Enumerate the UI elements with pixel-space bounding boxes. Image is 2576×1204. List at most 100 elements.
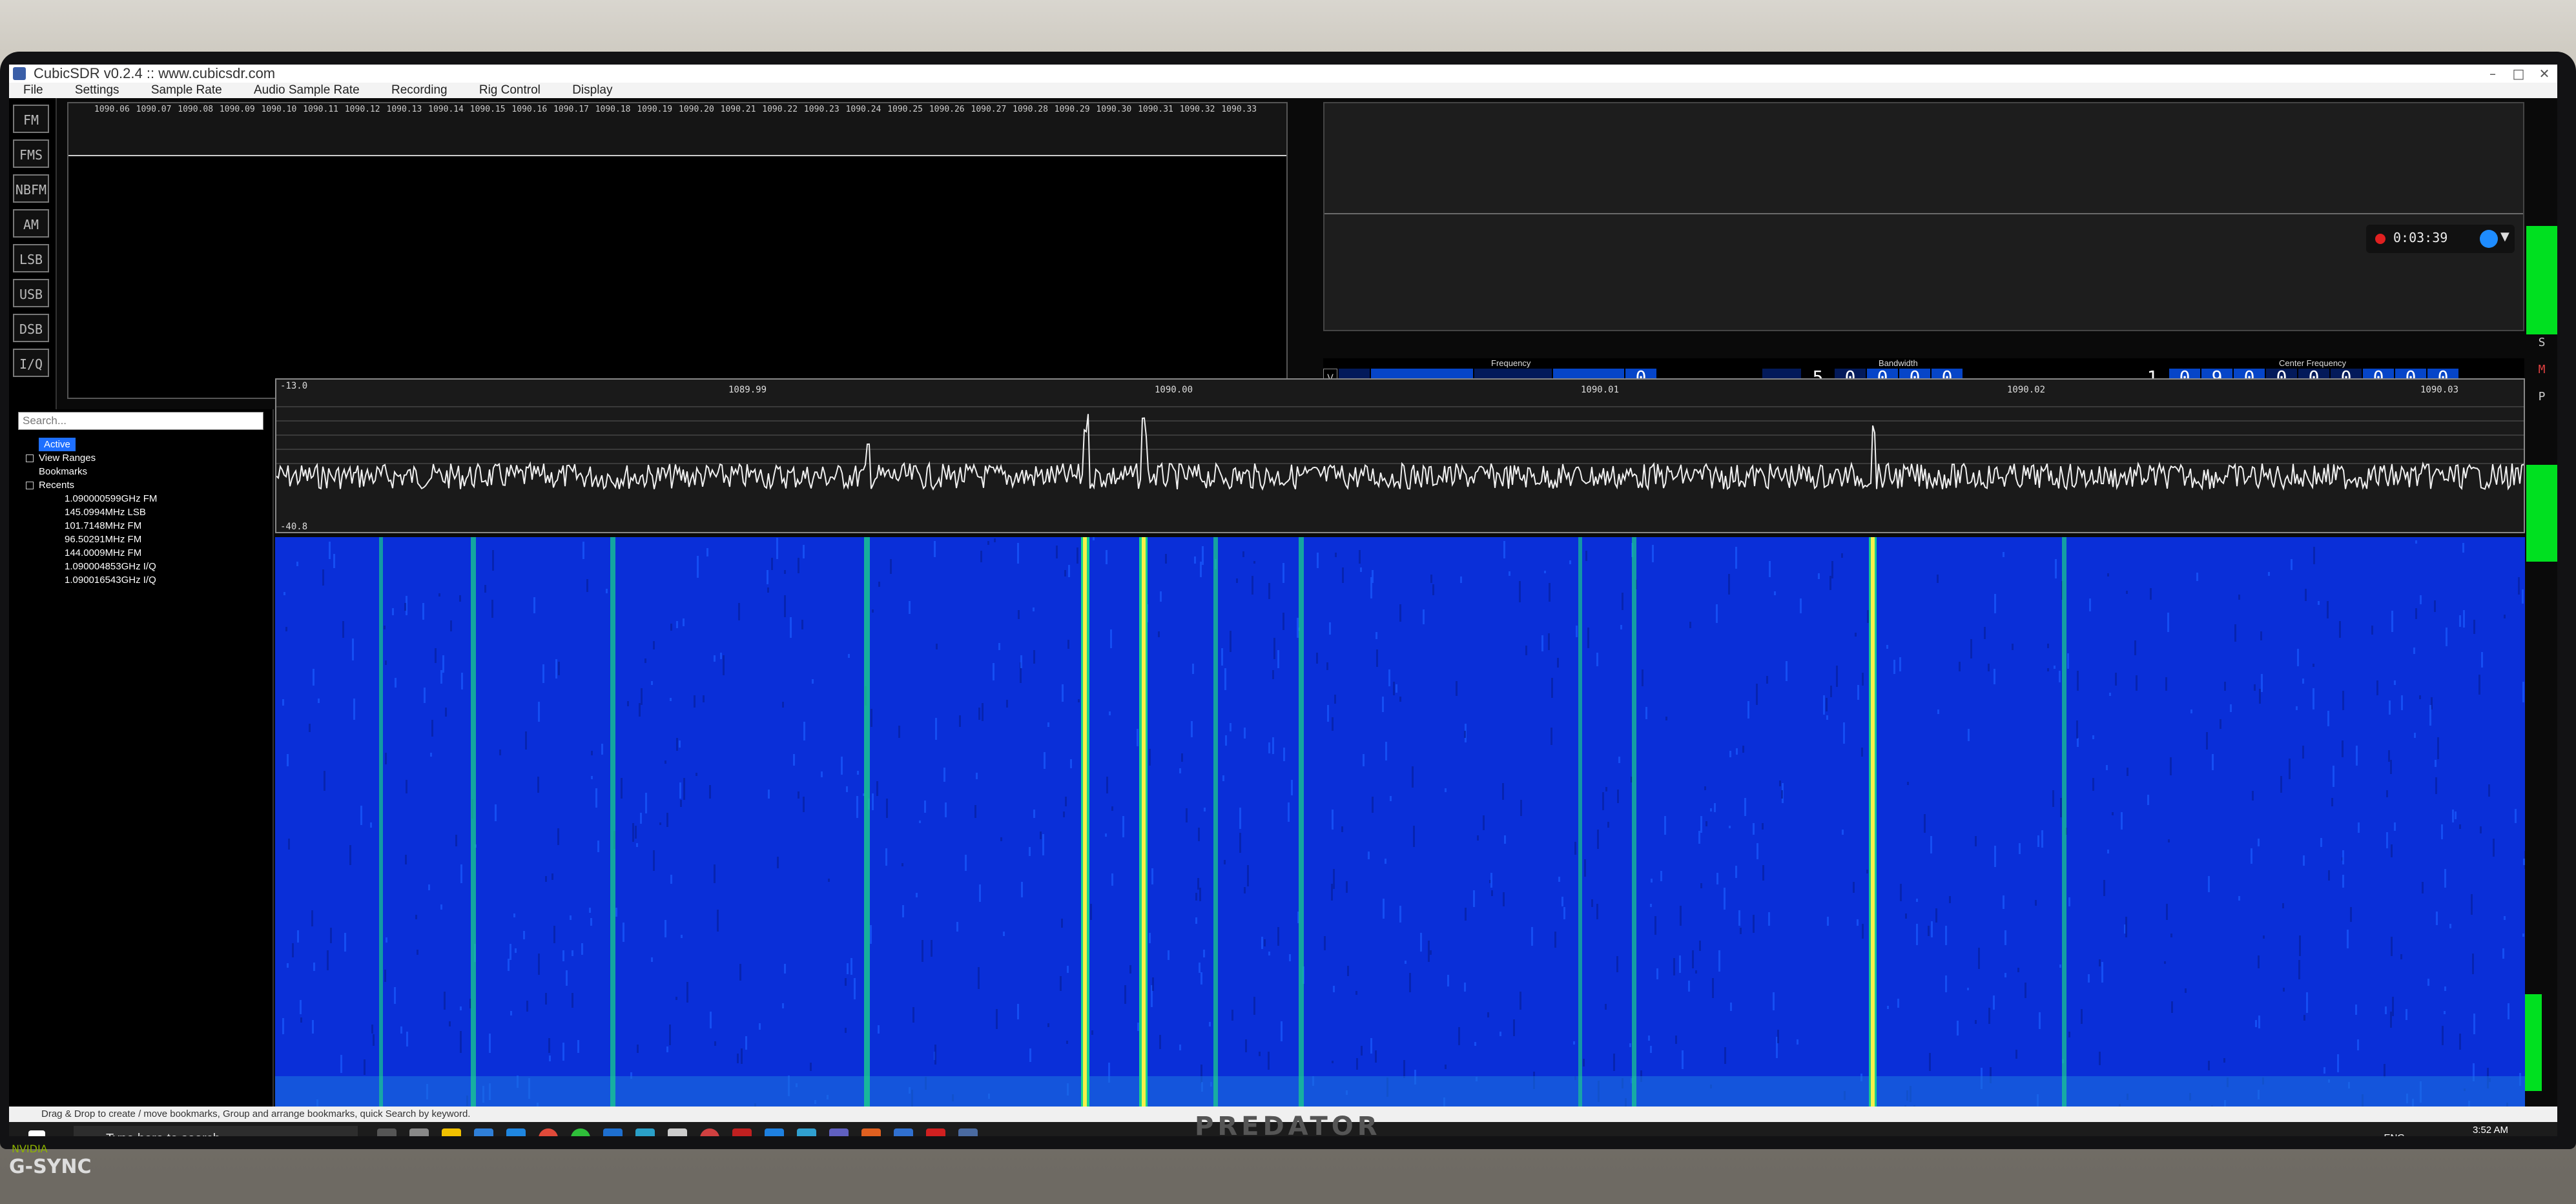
app-icon-8[interactable]: [797, 1128, 816, 1136]
task-view-icon[interactable]: [377, 1128, 397, 1136]
tree-bookmarks[interactable]: Bookmarks: [26, 465, 157, 478]
mail-icon[interactable]: [506, 1128, 526, 1136]
bookmark-search-input[interactable]: Search...: [18, 412, 263, 430]
minimize-icon[interactable]: –: [2480, 65, 2506, 83]
spotify-icon[interactable]: [571, 1128, 590, 1136]
app-icon-6[interactable]: [732, 1128, 752, 1136]
recent-item[interactable]: 1.090004853GHz I/Q: [26, 560, 157, 573]
waterfall-noise: [1724, 1047, 1726, 1064]
waterfall-noise: [2255, 1020, 2257, 1027]
waterfall-noise: [548, 1038, 550, 1053]
mode-usb-button[interactable]: USB: [13, 279, 49, 307]
waterfall-noise: [513, 913, 515, 917]
spectrum-plot[interactable]: -13.0 -40.8 1089.99 1090.00 1090.01 1090.02 10…: [275, 378, 2525, 533]
menu-recording[interactable]: Recording: [377, 83, 462, 98]
waterfall-noise: [340, 1055, 342, 1073]
menu-display[interactable]: Display: [558, 83, 626, 98]
recent-item[interactable]: 101.7148MHz FM: [26, 519, 157, 533]
waterfall-noise: [637, 1045, 639, 1053]
recent-item[interactable]: 1.090016543GHz I/Q: [26, 573, 157, 587]
mode-iq-button[interactable]: I/Q: [13, 349, 49, 377]
waterfall-noise: [1465, 908, 1467, 921]
app-icon-4[interactable]: [668, 1128, 687, 1136]
app-icon-10[interactable]: [861, 1128, 881, 1136]
waterfall-noise: [373, 1034, 375, 1046]
collapse-icon[interactable]: [26, 482, 34, 490]
app-icon-7[interactable]: [765, 1128, 784, 1136]
mode-fm-button[interactable]: FM: [13, 105, 49, 133]
tree-active[interactable]: Active: [39, 438, 76, 451]
app-icon-11[interactable]: [894, 1128, 913, 1136]
menu-rig-control[interactable]: Rig Control: [465, 83, 555, 98]
close-icon[interactable]: ✕: [2531, 65, 2557, 83]
app-icon-1[interactable]: [409, 1128, 429, 1136]
waterfall-noise: [333, 554, 335, 568]
taskbar-clock[interactable]: 3:52 AM 2020-11-13: [2418, 1123, 2508, 1136]
waterfall-noise: [1179, 1045, 1181, 1050]
waterfall-noise: [710, 1012, 712, 1028]
waterfall-noise: [1326, 662, 1328, 670]
app-icon-5[interactable]: [700, 1128, 719, 1136]
waterfall-noise: [283, 592, 285, 595]
waterfall-noise: [1253, 561, 1255, 564]
clock-time: 3:52 AM: [2472, 1125, 2508, 1136]
waterfall-noise: [1504, 835, 1506, 844]
waterfall-noise: [2518, 577, 2520, 595]
tree-view-ranges[interactable]: View Ranges: [39, 453, 96, 464]
language-indicator[interactable]: ENG: [2366, 1131, 2405, 1136]
spectrum-freq-label: 1090.01: [1581, 385, 1619, 395]
menu-settings[interactable]: Settings: [61, 83, 134, 98]
demod-spectrum-panel[interactable]: [1323, 102, 2524, 331]
mode-lsb-button[interactable]: LSB: [13, 244, 49, 272]
waterfall-noise: [2101, 962, 2103, 983]
menu-audio-sample-rate[interactable]: Audio Sample Rate: [240, 83, 374, 98]
waterfall-noise: [1551, 728, 1552, 745]
waterfall-display[interactable]: [275, 537, 2525, 1115]
audio-level-meter[interactable]: [2526, 226, 2557, 334]
microphone-icon[interactable]: ▼: [2500, 230, 2512, 248]
windows-start-icon[interactable]: [28, 1130, 45, 1136]
waterfall-noise: [1061, 919, 1063, 928]
waterfall-noise: [1332, 1061, 1334, 1063]
waterfall-noise: [1729, 751, 1731, 757]
waterfall-noise: [1231, 1010, 1233, 1021]
mode-nbfm-button[interactable]: NBFM: [13, 174, 49, 203]
recent-item[interactable]: 1.090000599GHz FM: [26, 492, 157, 505]
recent-item[interactable]: 144.0009MHz FM: [26, 546, 157, 560]
menu-file[interactable]: File: [9, 83, 57, 98]
tree-recents[interactable]: Recents: [39, 480, 74, 491]
app-icon-3[interactable]: [635, 1128, 655, 1136]
gain-level-meter[interactable]: [2526, 465, 2557, 562]
waterfall-noise: [2356, 746, 2358, 766]
acrobat-icon[interactable]: [926, 1128, 945, 1136]
recent-item[interactable]: 145.0994MHz LSB: [26, 505, 157, 519]
taskbar-search-input[interactable]: Type here to search: [74, 1126, 358, 1136]
cubicsdr-icon[interactable]: [958, 1128, 978, 1136]
recent-item[interactable]: 96.50291MHz FM: [26, 533, 157, 546]
mute-toggle-m[interactable]: M: [2529, 363, 2555, 376]
mode-fms-button[interactable]: FMS: [13, 139, 49, 168]
waterfall-noise: [491, 600, 493, 618]
waterfall-noise: [2092, 735, 2094, 739]
chrome-icon[interactable]: [539, 1128, 558, 1136]
mode-dsb-button[interactable]: DSB: [13, 314, 49, 342]
store-icon[interactable]: [474, 1128, 493, 1136]
file-explorer-icon[interactable]: [442, 1128, 461, 1136]
peak-hold-toggle-p[interactable]: P: [2529, 390, 2555, 403]
app-icon-2[interactable]: [603, 1128, 623, 1136]
waterfall-noise: [1959, 662, 1961, 671]
mode-am-button[interactable]: AM: [13, 209, 49, 238]
waterfall-noise: [1363, 754, 1365, 766]
spectrum-toggle-s[interactable]: S: [2529, 336, 2555, 349]
app-icon-9[interactable]: [829, 1128, 849, 1136]
waterfall-noise: [2358, 822, 2360, 833]
menu-sample-rate[interactable]: Sample Rate: [137, 83, 236, 98]
audio-scope[interactable]: 1090.06 1090.07 1090.08 1090.09 1090.10 1090.…: [67, 102, 1288, 399]
waterfall-noise: [759, 1023, 761, 1030]
camera-icon[interactable]: [2480, 230, 2498, 248]
waterfall-noise: [1679, 955, 1681, 973]
waterfall-noise: [1574, 842, 1576, 855]
maximize-icon[interactable]: □: [2506, 65, 2531, 83]
waterfall-noise: [2230, 704, 2232, 712]
expand-icon[interactable]: [26, 454, 34, 463]
